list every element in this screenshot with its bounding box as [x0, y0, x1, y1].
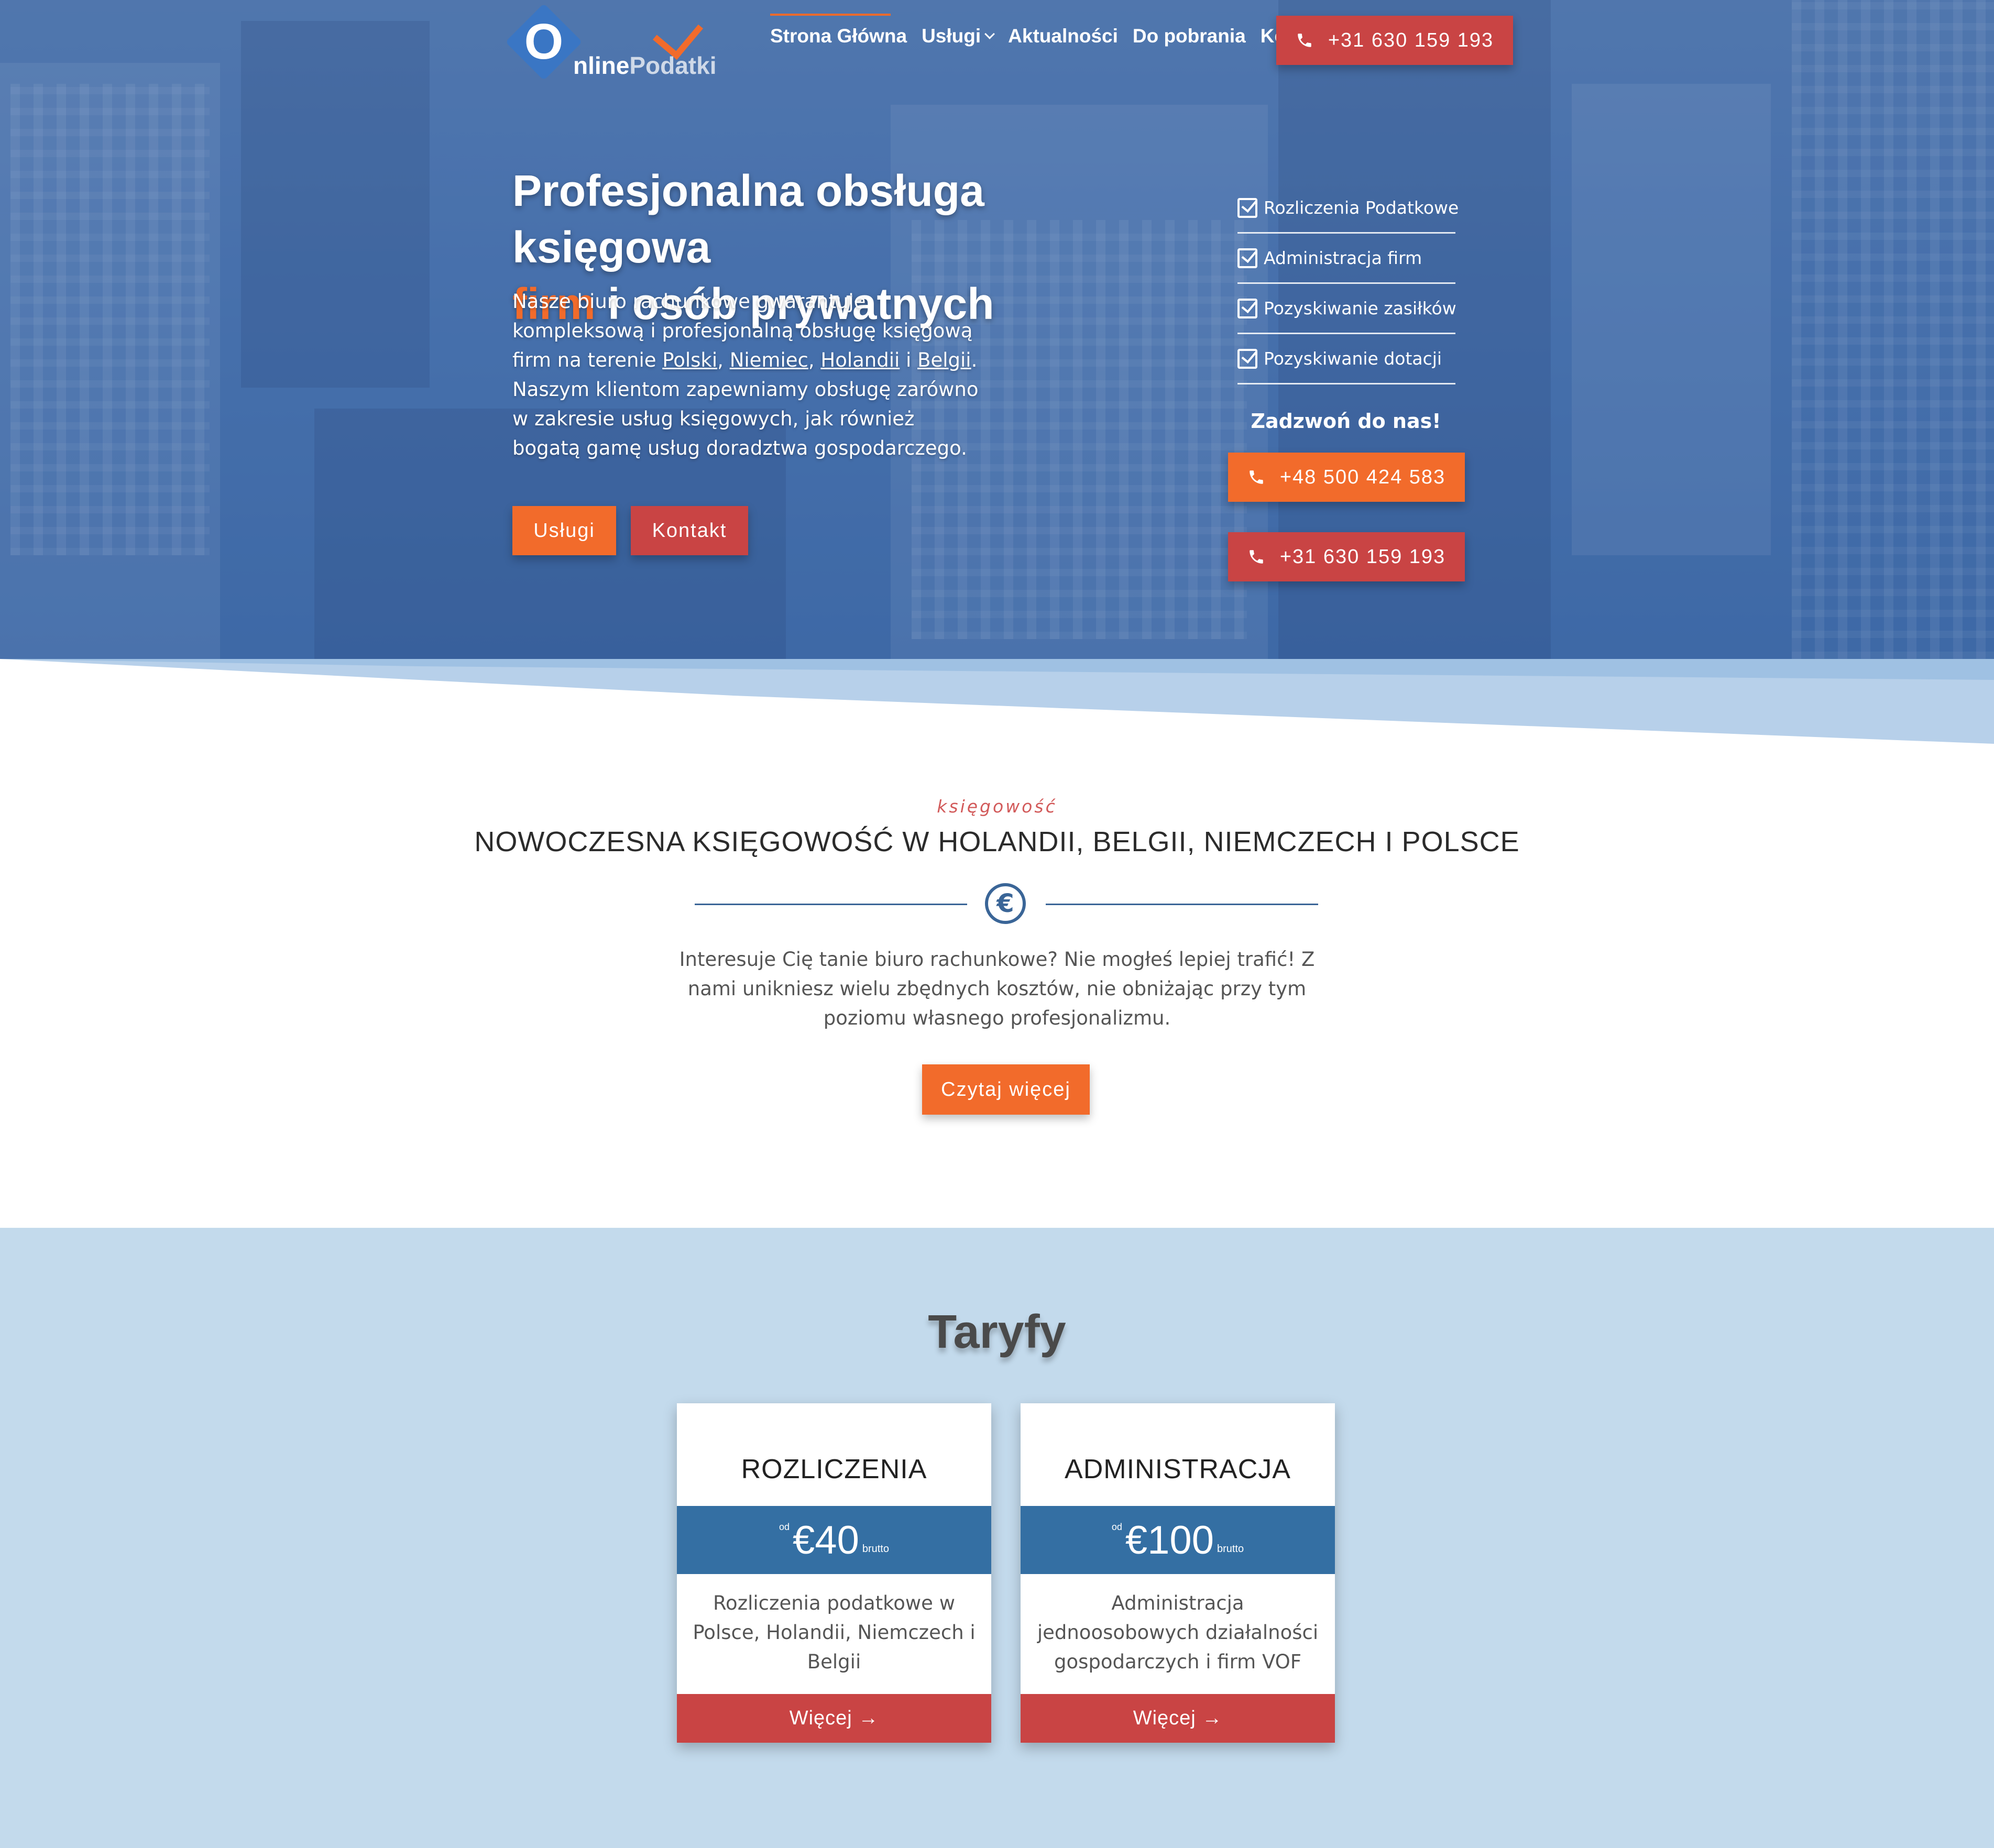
- checklist-item-label: Pozyskiwanie dotacji: [1264, 348, 1442, 369]
- phone-nl-button[interactable]: +31 630 159 193: [1228, 532, 1465, 581]
- checklist-item: Pozyskiwanie dotacji: [1237, 334, 1455, 384]
- checklist-item-label: Rozliczenia Podatkowe: [1264, 197, 1459, 218]
- nav-item-services-label: Usługi: [922, 25, 981, 47]
- link-niemcy[interactable]: Niemiec: [730, 349, 808, 371]
- pricing-card-description: Rozliczenia podatkowe w Polsce, Holandii…: [693, 1592, 976, 1673]
- pricing-title: Taryfy: [928, 1306, 1066, 1358]
- site-logo[interactable]: O nlinePodatki: [505, 3, 717, 84]
- section-text: Interesuje Cię tanie biuro rachunkowe? N…: [679, 948, 1315, 1029]
- checklist-item: Rozliczenia Podatkowe: [1237, 183, 1459, 234]
- link-holandia[interactable]: Holandii: [820, 349, 900, 371]
- phone-icon: [1250, 550, 1263, 564]
- pricing-card-description: Administracja jednoosobowych działalnośc…: [1037, 1592, 1319, 1673]
- checklist-item: Pozyskiwanie zasiłków: [1237, 284, 1456, 334]
- price-prefix: od: [1111, 1522, 1122, 1532]
- checkbox-icon: [1237, 248, 1257, 268]
- price-suffix: brutto: [1217, 1543, 1244, 1555]
- nav-item-downloads[interactable]: Do pobrania: [1133, 25, 1246, 47]
- read-more-button[interactable]: Czytaj więcej: [922, 1064, 1090, 1115]
- phone-icon: [1298, 34, 1311, 47]
- logo-text-part2: Podatki: [629, 52, 717, 79]
- pricing-card: ADMINISTRACJA od €100 brutto Administrac…: [1021, 1403, 1335, 1743]
- checklist-item-label: Pozyskiwanie zasiłków: [1264, 298, 1456, 318]
- pricing-card: ROZLICZENIA od €40 brutto Rozliczenia po…: [677, 1403, 991, 1743]
- logo-wordmark: nlinePodatki: [573, 51, 717, 80]
- link-belgia[interactable]: Belgii: [917, 349, 971, 371]
- pricing-card-price: od €40 brutto: [677, 1506, 991, 1574]
- divider-line-left: [695, 904, 967, 905]
- phone-pl-label: +48 500 424 583: [1279, 466, 1446, 488]
- price-suffix: brutto: [862, 1543, 889, 1555]
- separator: ,: [717, 349, 730, 371]
- main-nav: Strona Główna Usługi Aktualności Do pobr…: [770, 14, 1332, 47]
- pricing-card-title: ADMINISTRACJA: [1065, 1454, 1291, 1484]
- price-prefix: od: [779, 1522, 790, 1532]
- logo-text-part1: nline: [573, 52, 630, 79]
- section-eyebrow: księgowość: [937, 796, 1057, 817]
- nav-item-home[interactable]: Strona Główna: [770, 14, 907, 47]
- phone-icon: [1250, 470, 1263, 484]
- nav-phone-button[interactable]: +31 630 159 193: [1276, 16, 1513, 65]
- call-us-heading: Zadzwoń do nas!: [1251, 410, 1441, 433]
- checklist-item-label: Administracja firm: [1264, 248, 1422, 268]
- phone-nl-label: +31 630 159 193: [1279, 545, 1446, 568]
- wave-divider: [0, 659, 1994, 744]
- pricing-card-title: ROZLICZENIA: [741, 1454, 927, 1484]
- nav-item-news[interactable]: Aktualności: [1008, 25, 1118, 47]
- pricing-section: Taryfy ROZLICZENIA od €40 brutto Rozlicz…: [0, 1228, 1994, 1848]
- hero-title-line1: Profesjonalna obsługa księgowa: [512, 166, 984, 272]
- services-checklist: Rozliczenia Podatkowe Administracja firm…: [1237, 183, 1459, 384]
- separator: i: [900, 349, 918, 371]
- link-polska[interactable]: Polski: [662, 349, 717, 371]
- euro-icon: €: [985, 883, 1026, 924]
- chevron-down-icon: [984, 29, 995, 39]
- checkbox-icon: [1237, 197, 1257, 218]
- nav-item-services[interactable]: Usługi: [922, 25, 995, 47]
- pricing-card-more-button[interactable]: Więcej →: [677, 1694, 991, 1743]
- nav-phone-label: +31 630 159 193: [1328, 29, 1494, 51]
- section-title: NOWOCZESNA KSIĘGOWOŚĆ W HOLANDII, BELGII…: [474, 826, 1520, 857]
- hero-section: O nlinePodatki Strona Główna Usługi Aktu…: [0, 0, 1994, 659]
- separator: ,: [808, 349, 821, 371]
- contact-button[interactable]: Kontakt: [631, 506, 748, 555]
- checklist-item: Administracja firm: [1237, 234, 1455, 284]
- services-button[interactable]: Usługi: [512, 506, 616, 555]
- checkbox-icon: [1237, 298, 1257, 318]
- price-amount: €100: [1125, 1517, 1214, 1563]
- logo-letter: O: [524, 14, 564, 70]
- checkbox-icon: [1237, 348, 1257, 369]
- price-amount: €40: [793, 1517, 859, 1563]
- divider-line-right: [1046, 904, 1318, 905]
- phone-pl-button[interactable]: +48 500 424 583: [1228, 453, 1465, 502]
- pricing-card-more-button[interactable]: Więcej →: [1021, 1694, 1335, 1743]
- pricing-card-price: od €100 brutto: [1021, 1506, 1335, 1574]
- hero-description: Nasze biuro rachunkowe gwarantuje komple…: [512, 287, 984, 463]
